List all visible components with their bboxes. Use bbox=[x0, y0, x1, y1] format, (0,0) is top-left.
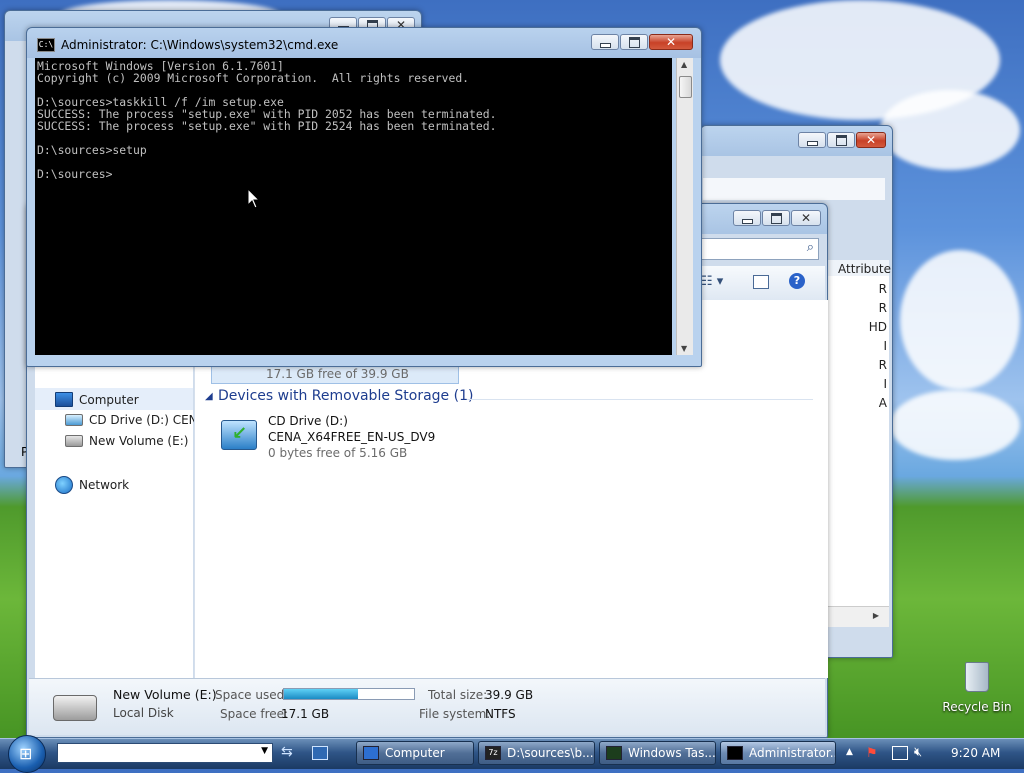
archive-icon: 7z bbox=[485, 746, 501, 760]
details-drive-name: New Volume (E:) bbox=[113, 687, 217, 702]
hard-drive-large-icon bbox=[53, 695, 97, 721]
maximize-button[interactable] bbox=[827, 132, 855, 148]
help-icon[interactable]: ? bbox=[789, 273, 805, 289]
mouse-cursor-icon bbox=[247, 188, 261, 209]
horizontal-scrollbar[interactable]: ▶ bbox=[827, 606, 889, 627]
total-size-label: Total size: bbox=[428, 688, 488, 702]
search-input[interactable]: ⌕ bbox=[701, 238, 819, 260]
taskbar-button-computer[interactable]: Computer bbox=[356, 741, 474, 765]
dropdown-arrow-icon[interactable]: ▼ bbox=[261, 746, 268, 756]
console-line: SUCCESS: The process "setup.exe" with PI… bbox=[37, 119, 497, 133]
action-center-icon[interactable]: ⚑ bbox=[866, 746, 878, 761]
group-divider bbox=[467, 399, 813, 400]
removable-storage-group-header[interactable]: Devices with Removable Storage (1) bbox=[218, 388, 473, 404]
console-line: D:\sources>setup bbox=[37, 143, 147, 157]
console-scrollbar[interactable]: ▲ ▼ bbox=[676, 58, 693, 355]
close-button[interactable]: ✕ bbox=[649, 34, 693, 50]
maximize-button[interactable] bbox=[762, 210, 790, 226]
file-system-label: File system: bbox=[419, 707, 491, 721]
taskbar-button-task-manager[interactable]: Windows Tas... bbox=[599, 741, 716, 765]
minimize-button[interactable] bbox=[733, 210, 761, 226]
search-icon[interactable]: ⌕ bbox=[807, 240, 814, 255]
attribute-value: HD bbox=[868, 320, 887, 334]
file-system-value: NTFS bbox=[485, 707, 516, 721]
hard-drive-icon bbox=[65, 435, 83, 447]
cloud bbox=[890, 390, 1020, 460]
console-line: D:\sources> bbox=[37, 167, 113, 181]
cmd-icon: C:\ bbox=[37, 38, 55, 52]
taskbar-button-cmd[interactable]: Administrator... bbox=[720, 741, 836, 765]
network-status-icon[interactable] bbox=[892, 746, 908, 760]
preview-pane-icon[interactable] bbox=[753, 275, 769, 289]
minimize-button[interactable] bbox=[591, 34, 619, 50]
network-icon bbox=[55, 476, 73, 494]
computer-icon bbox=[363, 746, 379, 760]
cd-item-label: CENA_X64FREE_EN-US_DV9 bbox=[268, 430, 436, 444]
nav-item-network[interactable]: Network bbox=[55, 476, 129, 494]
task-manager-icon bbox=[606, 746, 622, 760]
nav-item-computer[interactable]: Computer bbox=[55, 392, 139, 407]
maximize-button[interactable] bbox=[620, 34, 648, 50]
attribute-value: A bbox=[878, 396, 887, 410]
recycle-bin-label: Recycle Bin bbox=[942, 700, 1012, 714]
scroll-down-arrow-icon[interactable]: ▼ bbox=[681, 344, 687, 353]
taskbar: ⊞ ▼ ⇆ Computer 7z D:\sources\b... Window… bbox=[0, 735, 1024, 773]
attribute-value: I bbox=[883, 377, 887, 391]
windows-logo-icon: ⊞ bbox=[19, 744, 33, 763]
space-free-value: 17.1 GB bbox=[281, 707, 330, 721]
minimize-button[interactable] bbox=[798, 132, 826, 148]
scroll-up-arrow-icon[interactable]: ▲ bbox=[681, 60, 687, 69]
cmd-window[interactable]: C:\ Administrator: C:\Windows\system32\c… bbox=[26, 27, 702, 367]
install-arrow-icon: ↙ bbox=[232, 423, 248, 444]
group-collapse-icon[interactable]: ◢ bbox=[205, 391, 213, 402]
toolbar-strip bbox=[703, 178, 885, 200]
address-toolbar-input[interactable]: ▼ bbox=[57, 743, 273, 763]
scroll-thumb[interactable] bbox=[679, 76, 692, 98]
window-controls: ✕ bbox=[591, 34, 693, 50]
show-desktop-icon[interactable] bbox=[312, 746, 328, 760]
system-clock[interactable]: 9:20 AM bbox=[951, 746, 1000, 760]
attribute-value: R bbox=[878, 358, 887, 372]
cmd-titlebar[interactable]: C:\ Administrator: C:\Windows\system32\c… bbox=[37, 38, 338, 52]
show-hidden-icons-icon[interactable]: ▲ bbox=[846, 747, 853, 757]
cd-item-name[interactable]: CD Drive (D:) bbox=[268, 414, 348, 428]
cloud bbox=[900, 250, 1020, 390]
cd-drive-large-icon[interactable]: ↙ bbox=[221, 420, 257, 450]
space-used-label: Space used: bbox=[215, 688, 289, 702]
window-controls: ✕ bbox=[733, 210, 821, 226]
console-output[interactable]: Microsoft Windows [Version 6.1.7601] Copy… bbox=[35, 58, 672, 355]
details-drive-type: Local Disk bbox=[113, 706, 174, 720]
volume-muted-icon[interactable]: 🔇︎ bbox=[914, 745, 922, 760]
console-line: Copyright (c) 2009 Microsoft Corporation… bbox=[37, 71, 470, 85]
taskbar-button-7zip[interactable]: 7z D:\sources\b... bbox=[478, 741, 595, 765]
start-button[interactable]: ⊞ bbox=[8, 735, 46, 773]
view-options-icon[interactable]: ☷ ▾ bbox=[701, 274, 723, 289]
close-button[interactable]: ✕ bbox=[856, 132, 886, 148]
details-pane: New Volume (E:) Local Disk Space used: S… bbox=[29, 678, 825, 735]
scroll-right-arrow-icon[interactable]: ▶ bbox=[873, 611, 879, 620]
recycle-bin-shortcut[interactable]: Recycle Bin bbox=[940, 662, 1014, 714]
window-controls: ✕ bbox=[798, 132, 886, 148]
close-button[interactable]: ✕ bbox=[791, 210, 821, 226]
cmd-title: Administrator: C:\Windows\system32\cmd.e… bbox=[61, 38, 339, 52]
space-free-label: Space free: bbox=[220, 707, 289, 721]
go-arrow-icon[interactable]: ⇆ bbox=[281, 744, 293, 760]
cd-drive-icon bbox=[65, 414, 83, 426]
attribute-value: R bbox=[878, 301, 887, 315]
nav-item-new-volume[interactable]: New Volume (E:) bbox=[65, 434, 188, 448]
nav-item-cd-drive[interactable]: CD Drive (D:) CENA_ bbox=[65, 413, 212, 427]
recycle-bin-icon bbox=[965, 662, 989, 692]
space-used-bar bbox=[283, 688, 415, 700]
cmd-icon bbox=[727, 746, 743, 760]
computer-icon bbox=[55, 392, 73, 407]
drive-free-space: 17.1 GB free of 39.9 GB bbox=[266, 367, 409, 381]
attribute-value: R bbox=[878, 282, 887, 296]
cd-item-free-space: 0 bytes free of 5.16 GB bbox=[268, 446, 408, 460]
space-used-fill bbox=[284, 689, 359, 699]
attribute-column: R R HD I R I A bbox=[827, 276, 889, 606]
total-size-value: 39.9 GB bbox=[485, 688, 534, 702]
attribute-value: I bbox=[883, 339, 887, 353]
cloud bbox=[880, 90, 1020, 170]
